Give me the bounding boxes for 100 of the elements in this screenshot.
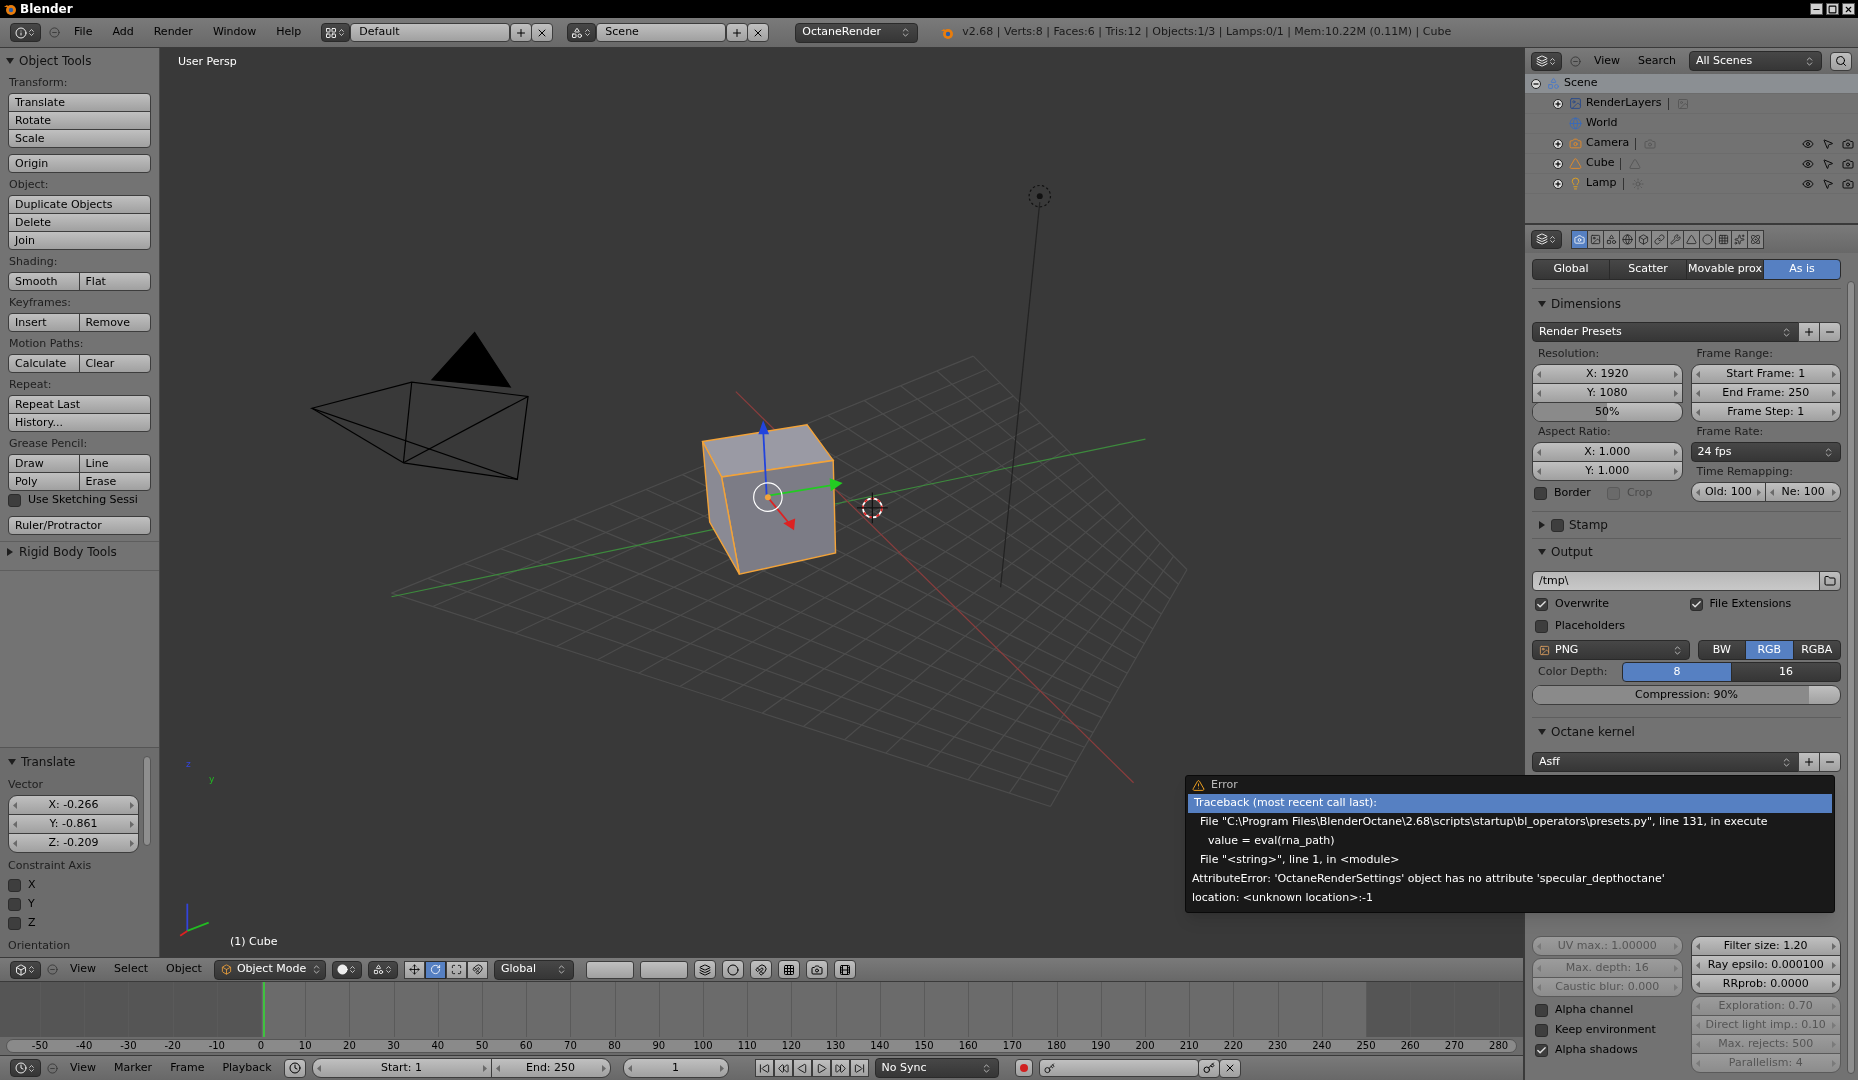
- scene-type-button[interactable]: [567, 23, 597, 42]
- display-filter-dropdown[interactable]: All Scenes: [1688, 51, 1822, 71]
- menu-item[interactable]: Marker: [108, 1059, 159, 1077]
- decrement-arrow-icon[interactable]: [13, 820, 17, 828]
- collapse-toggle-icon[interactable]: [1531, 78, 1541, 89]
- pivot-button[interactable]: [367, 960, 398, 979]
- menu-item[interactable]: View: [64, 1059, 103, 1077]
- increment-arrow-icon[interactable]: [1673, 448, 1678, 456]
- minimize-button[interactable]: [1810, 3, 1823, 15]
- decrement-arrow-icon[interactable]: [1695, 408, 1700, 416]
- number-field[interactable]: X: 1.000: [1532, 442, 1683, 462]
- camera-icon[interactable]: [1842, 177, 1854, 190]
- increment-arrow-icon[interactable]: [1673, 389, 1678, 397]
- tool-button[interactable]: Join: [8, 231, 151, 250]
- tool-button[interactable]: Scale: [8, 129, 151, 148]
- increment-arrow-icon[interactable]: [482, 1064, 487, 1072]
- collapse-menu-icon[interactable]: [47, 964, 58, 975]
- compression-slider[interactable]: Compression: 90%: [1532, 685, 1841, 705]
- number-field[interactable]: End: 250: [490, 1058, 611, 1078]
- increment-arrow-icon[interactable]: [1673, 467, 1678, 475]
- increment-arrow-icon[interactable]: [1832, 370, 1836, 378]
- delete-keyframe-button[interactable]: [1218, 1058, 1241, 1078]
- header-tool-button[interactable]: [805, 960, 828, 979]
- decrement-arrow-icon[interactable]: [1695, 370, 1700, 378]
- file-format-dropdown[interactable]: PNG: [1532, 640, 1690, 660]
- tool-button[interactable]: Ruler/Protractor: [8, 516, 151, 535]
- camera-icon[interactable]: [1842, 157, 1854, 170]
- eye-icon[interactable]: [1802, 137, 1814, 150]
- outliner-row[interactable]: Scene: [1525, 74, 1858, 94]
- collapse-menu-icon[interactable]: [47, 1062, 58, 1074]
- record-button[interactable]: [1014, 1059, 1033, 1077]
- outliner-row[interactable]: World: [1525, 114, 1858, 134]
- number-field[interactable]: Start: 1: [311, 1058, 492, 1078]
- outliner-item-label[interactable]: Cube: [1586, 155, 1615, 172]
- checkbox[interactable]: [1535, 597, 1548, 611]
- manipulator-button[interactable]: [445, 960, 467, 979]
- tool-button[interactable]: Repeat Last: [8, 395, 151, 414]
- panel-title[interactable]: Dimensions: [1551, 295, 1622, 313]
- checkbox[interactable]: [8, 917, 21, 930]
- increment-arrow-icon[interactable]: [130, 839, 134, 847]
- number-field[interactable]: Z: -0.209: [8, 833, 139, 853]
- number-field[interactable]: Y: 1.000: [1532, 461, 1683, 481]
- tool-button[interactable]: Calculate: [8, 354, 80, 373]
- menu-item[interactable]: Search: [1633, 52, 1681, 70]
- increment-arrow-icon[interactable]: [1832, 942, 1836, 950]
- decrement-arrow-icon[interactable]: [1695, 980, 1700, 988]
- tool-button[interactable]: Remove: [78, 313, 151, 332]
- insert-keyframe-button[interactable]: [1197, 1058, 1220, 1078]
- remove-preset-button[interactable]: [1819, 752, 1841, 772]
- panel-title[interactable]: Translate: [21, 753, 76, 771]
- decrement-arrow-icon[interactable]: [13, 801, 17, 809]
- pointer-icon[interactable]: [1822, 177, 1834, 190]
- checkbox[interactable]: [1534, 487, 1547, 500]
- render-presets-dropdown[interactable]: Render Presets: [1532, 322, 1799, 342]
- number-field[interactable]: Y: -0.861: [8, 814, 139, 834]
- layer-buttons[interactable]: [639, 960, 688, 979]
- menu-item[interactable]: Select: [108, 961, 155, 978]
- increment-arrow-icon[interactable]: [1673, 370, 1678, 378]
- panel-title[interactable]: Object Tools: [19, 52, 92, 70]
- render-engine-dropdown[interactable]: OctaneRender: [795, 22, 919, 43]
- editor-type-button[interactable]: [1531, 51, 1562, 71]
- checkbox[interactable]: [1689, 597, 1703, 611]
- tool-button[interactable]: Delete: [8, 213, 151, 232]
- tool-button[interactable]: Clear: [78, 354, 151, 373]
- shading-button[interactable]: [331, 960, 362, 979]
- panel-title[interactable]: Rigid Body Tools: [19, 543, 117, 561]
- expanded-triangle-icon[interactable]: [1538, 300, 1546, 308]
- expanded-triangle-icon[interactable]: [6, 57, 14, 65]
- decrement-arrow-icon[interactable]: [1770, 488, 1775, 496]
- collapsed-triangle-icon[interactable]: [6, 548, 14, 556]
- outliner-row[interactable]: Lamp: [1525, 174, 1858, 194]
- number-field[interactable]: Start Frame: 1: [1690, 364, 1841, 384]
- decrement-arrow-icon[interactable]: [1695, 961, 1700, 969]
- atom-tab[interactable]: [1747, 229, 1764, 249]
- orientation-dropdown[interactable]: Global: [493, 959, 574, 980]
- outliner-item-label[interactable]: World: [1586, 115, 1618, 132]
- collapse-menu-icon[interactable]: [49, 27, 60, 38]
- tool-button[interactable]: Smooth: [8, 272, 80, 291]
- increment-arrow-icon[interactable]: [601, 1064, 606, 1072]
- expand-toggle-icon[interactable]: [1553, 138, 1563, 149]
- sync-dropdown[interactable]: No Sync: [874, 1058, 999, 1078]
- output-path-field[interactable]: /tmp\: [1532, 571, 1820, 591]
- menu-item[interactable]: Window: [206, 24, 263, 41]
- increment-arrow-icon[interactable]: [130, 820, 134, 828]
- screen-layout-field[interactable]: Default: [350, 23, 511, 42]
- decrement-arrow-icon[interactable]: [1537, 467, 1541, 475]
- scrollbar[interactable]: [143, 756, 151, 846]
- preview-range-button[interactable]: [283, 1058, 306, 1078]
- menu-item[interactable]: Help: [270, 24, 308, 41]
- checkbox[interactable]: [1535, 1003, 1548, 1017]
- menu-item[interactable]: View: [64, 961, 103, 978]
- pointer-icon[interactable]: [1822, 137, 1834, 150]
- editor-type-button[interactable]: [10, 23, 41, 42]
- add-preset-button[interactable]: [1798, 752, 1820, 772]
- manipulator-button[interactable]: [424, 960, 446, 979]
- checkbox[interactable]: [8, 494, 21, 507]
- decrement-arrow-icon[interactable]: [13, 839, 17, 847]
- add-layout-button[interactable]: [510, 23, 533, 42]
- tool-button[interactable]: Poly: [8, 472, 80, 491]
- menu-item[interactable]: Add: [106, 24, 140, 41]
